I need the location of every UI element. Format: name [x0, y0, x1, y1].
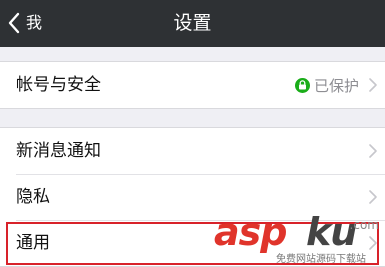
chevron-right-icon: [369, 78, 377, 92]
chevron-right-icon: [369, 144, 377, 158]
cell-label: 新消息通知: [16, 141, 101, 161]
chevron-right-icon: [369, 236, 377, 250]
page-title: 设置: [173, 12, 212, 34]
protection-status: 已保护: [294, 62, 359, 108]
cell-new-message-notification[interactable]: 新消息通知: [0, 128, 385, 174]
lock-icon: [294, 77, 310, 93]
settings-group: 新消息通知 隐私 通用: [0, 127, 385, 267]
cell-privacy[interactable]: 隐私: [0, 174, 385, 220]
navigation-bar: 我 设置: [0, 0, 385, 47]
highlight-box: [6, 222, 379, 265]
account-group: 帐号与安全 已保护: [0, 61, 385, 109]
cell-account-security[interactable]: 帐号与安全 已保护: [0, 62, 385, 108]
protection-status-text: 已保护: [313, 76, 359, 95]
cell-label: 帐号与安全: [16, 75, 101, 95]
cell-label: 隐私: [16, 187, 50, 207]
cell-general[interactable]: 通用: [0, 220, 385, 266]
chevron-right-icon: [369, 190, 377, 204]
cell-label: 通用: [16, 233, 50, 253]
